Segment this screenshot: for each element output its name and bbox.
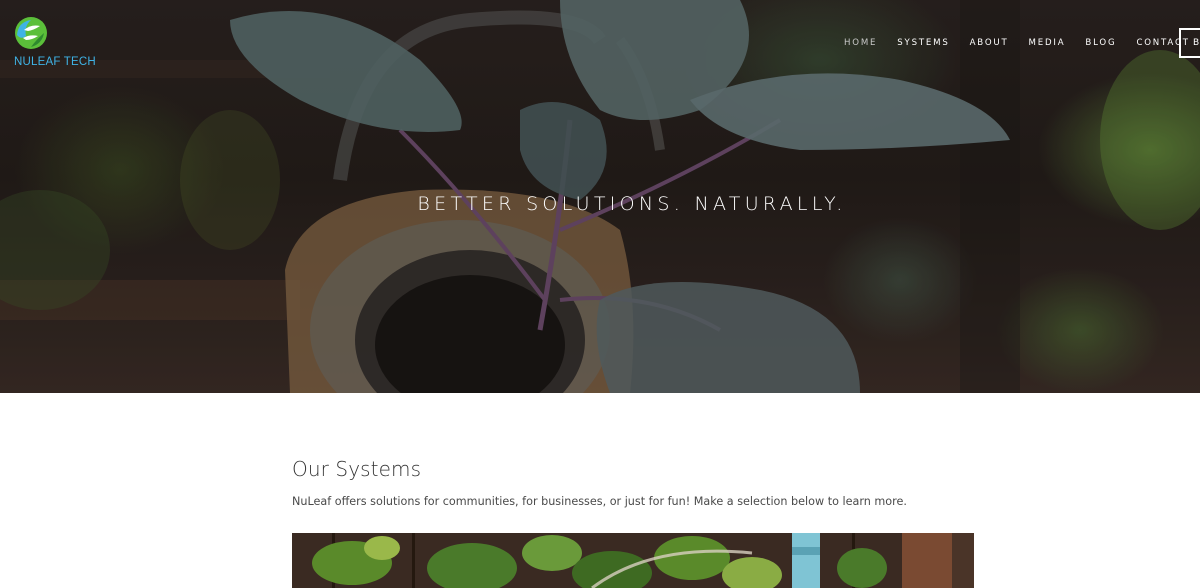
garden-photo bbox=[292, 533, 974, 588]
nav-systems[interactable]: SYSTEMS bbox=[897, 37, 949, 51]
nav-about[interactable]: ABOUT bbox=[970, 37, 1009, 51]
nav-home[interactable]: HOME bbox=[844, 37, 877, 51]
section-description: NuLeaf offers solutions for communities,… bbox=[292, 495, 907, 508]
nav-media[interactable]: MEDIA bbox=[1029, 37, 1066, 51]
header-cta-button[interactable]: B bbox=[1179, 28, 1200, 58]
systems-image[interactable] bbox=[292, 533, 974, 588]
section-title: Our Systems bbox=[292, 457, 422, 481]
brand-logo[interactable]: NULEAF TECH bbox=[14, 16, 96, 72]
hero-banner: NULEAF TECH HOME SYSTEMS ABOUT MEDIA BLO… bbox=[0, 0, 1200, 393]
nav-blog[interactable]: BLOG bbox=[1085, 37, 1116, 51]
leaf-circle-icon bbox=[15, 17, 47, 49]
main-nav: HOME SYSTEMS ABOUT MEDIA BLOG CONTACT bbox=[844, 37, 1200, 51]
hero-title: BETTER SOLUTIONS. NATURALLY. bbox=[417, 193, 847, 215]
brand-name: NULEAF TECH bbox=[14, 56, 96, 68]
